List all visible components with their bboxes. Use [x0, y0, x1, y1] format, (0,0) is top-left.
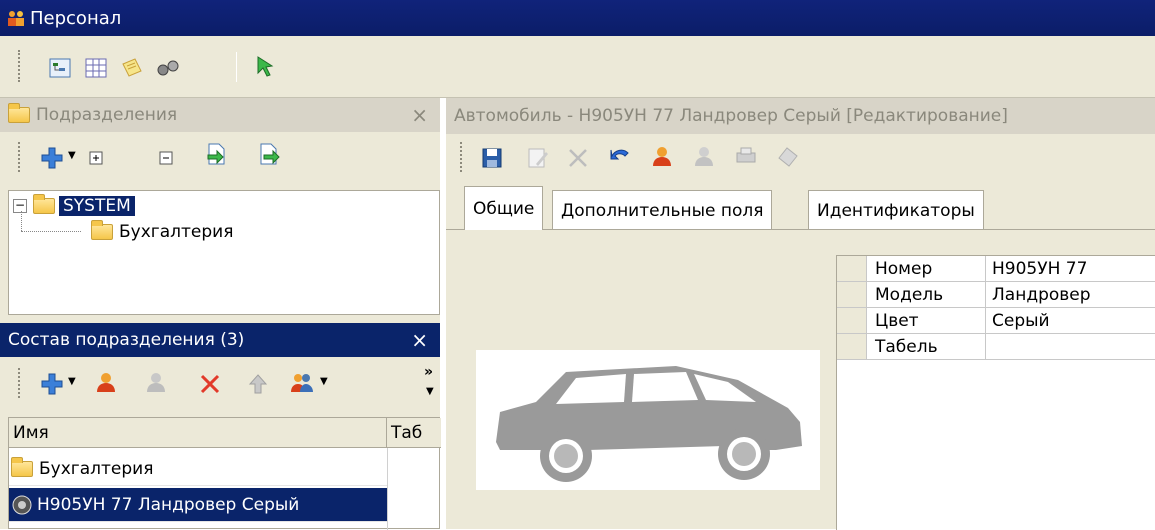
tree-node-system[interactable]: − SYSTEM	[13, 193, 135, 219]
main-toolbar	[0, 36, 1155, 98]
table-view-icon[interactable]	[84, 56, 108, 80]
add-icon[interactable]	[40, 372, 64, 396]
column-header-tab[interactable]: Таб	[387, 418, 441, 448]
property-row[interactable]: Цвет Серый	[837, 308, 1155, 334]
property-divider	[985, 334, 986, 360]
collapse-icon[interactable]	[154, 146, 178, 170]
chevron-down-icon[interactable]: ▼	[426, 386, 434, 397]
toolbar-grip[interactable]	[18, 50, 22, 82]
delete-disabled-icon[interactable]	[566, 146, 590, 170]
property-divider	[985, 282, 986, 308]
car-wheel-icon	[12, 495, 32, 514]
left-panel: Подразделения × ▼ − SYSTEM Бухгалтерия С…	[0, 98, 441, 530]
print-disabled-icon[interactable]	[734, 144, 758, 168]
tab-identifiers[interactable]: Идентификаторы	[808, 190, 984, 230]
tree-node-accounting[interactable]: Бухгалтерия	[91, 219, 233, 245]
import-icon[interactable]	[204, 142, 228, 166]
chevron-down-icon[interactable]: ▼	[68, 150, 76, 161]
folder-icon	[11, 456, 33, 477]
window-title: Персонал	[30, 7, 122, 29]
user-disabled-icon[interactable]	[692, 144, 716, 168]
departments-tree[interactable]: − SYSTEM Бухгалтерия	[8, 190, 440, 315]
property-key: Табель	[875, 337, 938, 357]
property-row[interactable]: Модель Ландровер	[837, 282, 1155, 308]
window-titlebar: Персонал	[0, 0, 1155, 36]
property-value[interactable]: Ландровер	[992, 285, 1091, 305]
members-panel-title: Состав подразделения (3)	[8, 330, 245, 350]
property-row[interactable]: Табель	[837, 334, 1155, 360]
user-icon[interactable]	[650, 144, 674, 168]
property-value[interactable]: Н905УН 77	[992, 259, 1087, 279]
edit-disabled-icon[interactable]	[526, 146, 550, 170]
column-header-name[interactable]: Имя	[9, 418, 387, 448]
departments-panel-title: Подразделения	[36, 105, 178, 125]
tree-view-icon[interactable]	[48, 56, 72, 80]
members-grid[interactable]: Имя Таб Бухгалтерия Н905УН 77 Ландровер …	[8, 417, 441, 530]
toolbar-overflow-button[interactable]: »	[424, 364, 433, 380]
property-value[interactable]: Серый	[992, 311, 1050, 331]
toolbar-grip[interactable]	[18, 142, 22, 172]
toolbar-separator	[236, 52, 237, 82]
toolbar-grip[interactable]	[18, 368, 22, 398]
property-divider	[985, 256, 986, 282]
property-key: Номер	[875, 259, 933, 279]
user-icon[interactable]	[94, 370, 118, 394]
row-name: Н905УН 77 Ландровер Серый	[37, 494, 300, 515]
arrow-up-icon[interactable]	[246, 372, 270, 396]
delete-icon[interactable]	[198, 372, 222, 396]
toolbar-grip[interactable]	[460, 142, 464, 172]
tree-node-label[interactable]: Бухгалтерия	[119, 222, 233, 242]
collapse-node-icon[interactable]: −	[13, 199, 27, 213]
save-icon[interactable]	[480, 146, 504, 170]
editor-title: Автомобиль - Н905УН 77 Ландровер Серый […	[454, 106, 1008, 126]
undo-icon[interactable]	[608, 144, 632, 168]
property-key: Модель	[875, 285, 944, 305]
notes-icon[interactable]	[120, 56, 144, 80]
chevron-down-icon[interactable]: ▼	[68, 376, 76, 387]
column-divider	[387, 448, 388, 530]
folder-icon	[33, 194, 55, 214]
tree-node-label[interactable]: SYSTEM	[59, 196, 135, 216]
car-silhouette-icon	[496, 366, 802, 482]
departments-close-button[interactable]: ×	[411, 103, 428, 127]
exit-arrow-icon[interactable]	[254, 54, 278, 78]
table-row[interactable]: Бухгалтерия	[9, 452, 387, 486]
property-divider	[985, 308, 986, 334]
editor-panel: Автомобиль - Н905УН 77 Ландровер Серый […	[446, 98, 1155, 530]
members-panel-header: Состав подразделения (3) ×	[0, 323, 440, 357]
chevron-down-icon[interactable]: ▼	[320, 376, 328, 387]
car-photo	[476, 350, 820, 490]
tab-general[interactable]: Общие	[464, 186, 544, 230]
binoculars-icon[interactable]	[156, 56, 180, 80]
property-key: Цвет	[875, 311, 919, 331]
properties-grid[interactable]: Номер Н905УН 77 Модель Ландровер Цвет Се…	[836, 255, 1155, 530]
folder-icon	[8, 103, 30, 123]
editor-title-bar: Автомобиль - Н905УН 77 Ландровер Серый […	[446, 98, 1155, 134]
user-disabled-icon[interactable]	[144, 370, 168, 394]
row-name: Бухгалтерия	[39, 458, 154, 479]
group-icon[interactable]	[290, 370, 314, 394]
preview-disabled-icon[interactable]	[776, 144, 800, 168]
folder-icon	[91, 220, 113, 240]
tree-connector	[21, 231, 81, 232]
table-row-selected[interactable]: Н905УН 77 Ландровер Серый	[9, 488, 387, 522]
tab-page-general: Номер Н905УН 77 Модель Ландровер Цвет Се…	[446, 229, 1155, 530]
users-app-icon	[8, 11, 24, 26]
property-row[interactable]: Номер Н905УН 77	[837, 256, 1155, 282]
export-icon[interactable]	[256, 142, 280, 166]
tree-connector	[21, 211, 22, 231]
tab-extra-fields[interactable]: Дополнительные поля	[552, 190, 773, 230]
members-close-button[interactable]: ×	[411, 328, 428, 352]
departments-panel-header: Подразделения ×	[0, 98, 440, 132]
add-icon[interactable]	[40, 146, 64, 170]
expand-icon[interactable]	[84, 146, 108, 170]
